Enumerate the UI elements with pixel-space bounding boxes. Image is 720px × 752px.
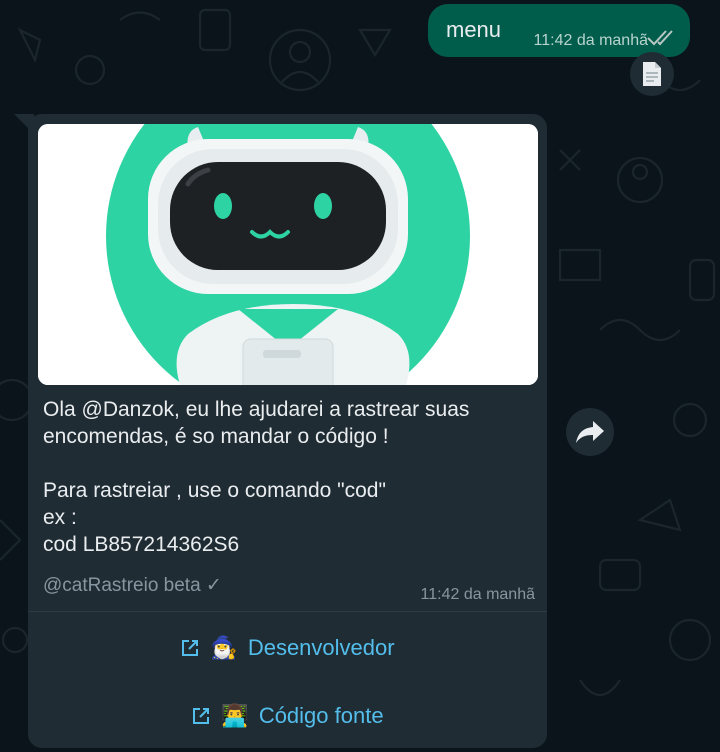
divider xyxy=(28,611,547,612)
wizard-emoji-icon: 🧙‍♂️ xyxy=(210,635,238,660)
incoming-message-card[interactable]: Ola @Danzok, eu lhe ajudarei a rastrear … xyxy=(28,114,547,748)
outgoing-message-text: menu xyxy=(446,17,502,42)
external-link-icon xyxy=(182,640,199,656)
message-footer: @catRastreio beta ✓ xyxy=(43,575,222,596)
outgoing-message-time: 11:42 da manhã xyxy=(533,32,648,49)
source-code-link-button[interactable]: 👨‍💻 Código fonte xyxy=(28,688,547,744)
double-check-icon xyxy=(646,28,676,48)
forward-icon xyxy=(576,421,604,443)
document-icon xyxy=(643,62,661,86)
developer-link-button[interactable]: 🧙‍♂️ Desenvolvedor xyxy=(28,620,547,676)
forward-button[interactable] xyxy=(566,408,614,456)
incoming-message-text: Ola @Danzok, eu lhe ajudarei a rastrear … xyxy=(43,398,470,556)
developer-link-label: Desenvolvedor xyxy=(247,635,395,660)
external-link-icon xyxy=(193,708,210,724)
incoming-message-time: 11:42 da manhã xyxy=(420,586,535,603)
document-icon-button[interactable] xyxy=(630,52,674,96)
outgoing-message-bubble[interactable]: menu 11:42 da manhã xyxy=(428,4,690,57)
source-code-link-label: Código fonte xyxy=(258,703,384,728)
technologist-emoji-icon: 👨‍💻 xyxy=(221,703,249,728)
robot-mascot-image[interactable] xyxy=(38,124,538,385)
